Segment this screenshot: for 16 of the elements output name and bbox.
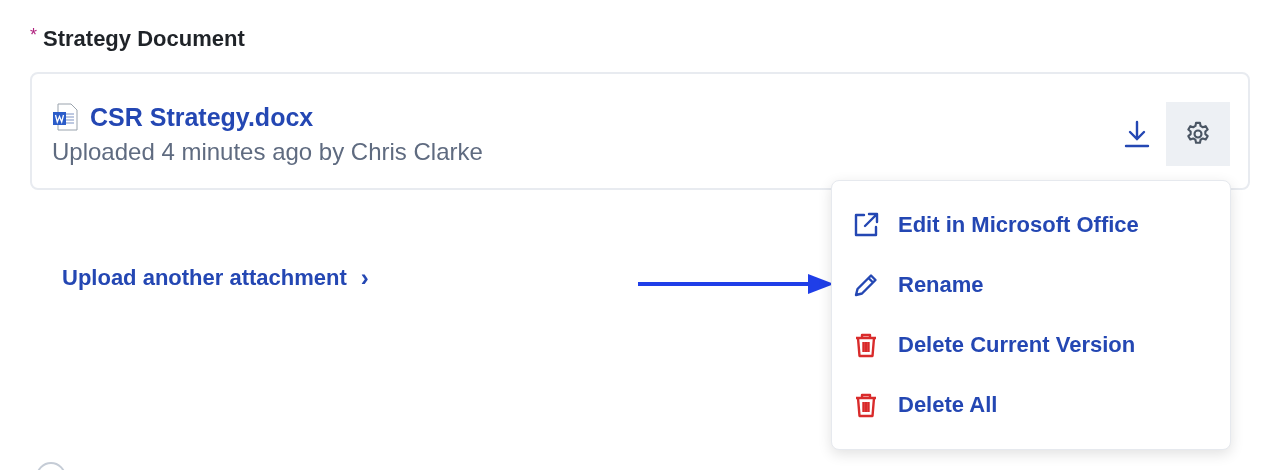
download-icon xyxy=(1124,120,1150,148)
word-document-icon xyxy=(52,103,78,131)
download-button[interactable] xyxy=(1122,119,1152,149)
menu-item[interactable]: Delete All xyxy=(832,375,1230,435)
field-label: Strategy Document xyxy=(43,25,245,53)
file-name-link[interactable]: CSR Strategy.docx xyxy=(90,102,314,132)
settings-button[interactable] xyxy=(1166,102,1230,166)
upload-info: Uploaded 4 minutes ago by Chris Clarke xyxy=(52,137,483,166)
chevron-right-icon: › xyxy=(360,264,369,292)
menu-item[interactable]: Rename xyxy=(832,255,1230,315)
pencil-icon xyxy=(852,271,880,299)
menu-item[interactable]: Delete Current Version xyxy=(832,315,1230,375)
upload-link[interactable]: Upload another attachment xyxy=(62,265,347,291)
external-link-icon xyxy=(852,211,880,239)
menu-item[interactable]: Edit in Microsoft Office xyxy=(832,195,1230,255)
required-asterisk: * xyxy=(30,24,37,46)
